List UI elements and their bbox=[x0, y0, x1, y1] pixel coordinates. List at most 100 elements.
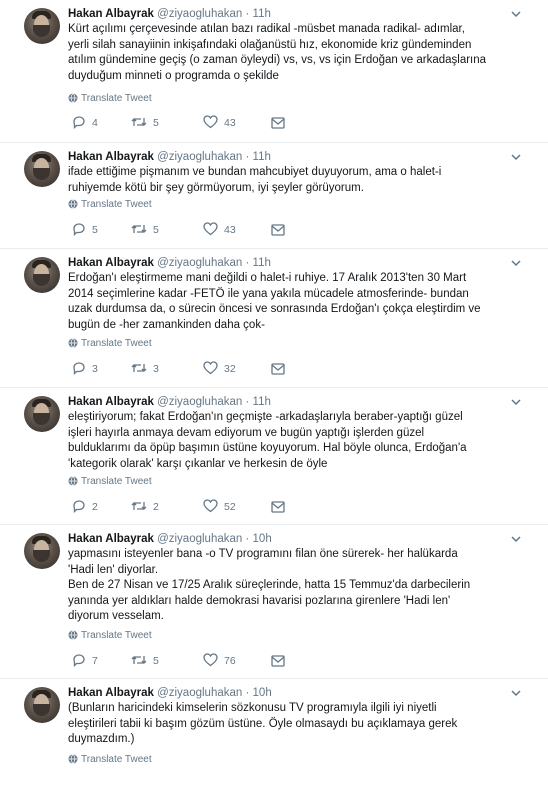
reply-button[interactable]: 5 bbox=[72, 222, 98, 238]
retweet-button[interactable]: 5 bbox=[131, 653, 159, 669]
retweet-count: 5 bbox=[153, 224, 159, 236]
separator-dot: · bbox=[245, 533, 250, 545]
tweet-header: Hakan Albayrak @ziyaogluhakan · 11h bbox=[68, 255, 271, 271]
globe-icon bbox=[68, 630, 78, 640]
heart-icon bbox=[203, 653, 218, 667]
translate-label: Translate Tweet bbox=[81, 93, 152, 104]
author-name[interactable]: Hakan Albayrak bbox=[68, 687, 154, 699]
retweet-icon bbox=[131, 364, 147, 372]
tweet[interactable]: Hakan Albayrak @ziyaogluhakan · 11h eleş… bbox=[0, 388, 548, 525]
chevron-down-icon[interactable] bbox=[508, 685, 524, 701]
author-name[interactable]: Hakan Albayrak bbox=[68, 257, 154, 269]
chevron-down-icon[interactable] bbox=[508, 255, 524, 271]
tweet[interactable]: Hakan Albayrak @ziyaogluhakan · 11h Kürt… bbox=[0, 0, 548, 143]
translate-tweet-link[interactable]: Translate Tweet bbox=[68, 92, 152, 106]
avatar[interactable] bbox=[24, 687, 60, 723]
heart-icon bbox=[203, 499, 218, 513]
globe-icon bbox=[68, 199, 78, 209]
avatar[interactable] bbox=[24, 151, 60, 187]
tweet[interactable]: Hakan Albayrak @ziyaogluhakan · 10h yapm… bbox=[0, 525, 548, 679]
separator-dot: · bbox=[245, 396, 250, 408]
separator-dot: · bbox=[245, 8, 250, 20]
author-handle[interactable]: @ziyaogluhakan bbox=[157, 396, 242, 408]
avatar[interactable] bbox=[24, 396, 60, 432]
translate-tweet-link[interactable]: Translate Tweet bbox=[68, 337, 152, 351]
reply-button[interactable]: 4 bbox=[72, 115, 98, 131]
retweet-count: 2 bbox=[153, 501, 159, 513]
tweet-text: eleştiriyorum; fakat Erdoğan'ın geçmişte… bbox=[68, 411, 467, 470]
retweet-button[interactable]: 3 bbox=[131, 361, 159, 377]
translate-tweet-link[interactable]: Translate Tweet bbox=[68, 753, 152, 767]
tweet-header: Hakan Albayrak @ziyaogluhakan · 10h bbox=[68, 531, 272, 547]
like-button[interactable]: 43 bbox=[203, 115, 236, 131]
like-button[interactable]: 43 bbox=[203, 222, 236, 238]
tweet-text: (Bunların haricindeki kimselerin sözkonu… bbox=[68, 702, 458, 745]
author-handle[interactable]: @ziyaogluhakan bbox=[157, 257, 242, 269]
retweet-button[interactable]: 5 bbox=[131, 222, 159, 238]
translate-label: Translate Tweet bbox=[81, 338, 152, 349]
envelope-icon bbox=[271, 117, 285, 129]
chevron-down-icon[interactable] bbox=[508, 149, 524, 165]
separator-dot: · bbox=[245, 687, 250, 699]
reply-button[interactable]: 7 bbox=[72, 653, 98, 669]
tweet-header: Hakan Albayrak @ziyaogluhakan · 11h bbox=[68, 149, 271, 165]
envelope-icon bbox=[271, 363, 285, 375]
like-button[interactable]: 52 bbox=[203, 499, 236, 515]
translate-label: Translate Tweet bbox=[81, 630, 152, 641]
author-handle[interactable]: @ziyaogluhakan bbox=[157, 151, 242, 163]
retweet-count: 5 bbox=[153, 655, 159, 667]
tweet-timestamp[interactable]: 10h bbox=[253, 687, 272, 699]
tweet-text: ifade ettiğime pişmanım ve bundan mahcub… bbox=[68, 166, 442, 194]
retweet-icon bbox=[131, 502, 147, 510]
envelope-icon bbox=[271, 655, 285, 667]
direct-message-button[interactable] bbox=[271, 361, 291, 377]
direct-message-button[interactable] bbox=[271, 653, 291, 669]
author-name[interactable]: Hakan Albayrak bbox=[68, 533, 154, 545]
direct-message-button[interactable] bbox=[271, 222, 291, 238]
translate-label: Translate Tweet bbox=[81, 754, 152, 765]
tweet-header: Hakan Albayrak @ziyaogluhakan · 11h bbox=[68, 394, 271, 410]
retweet-icon bbox=[131, 118, 147, 126]
like-count: 76 bbox=[224, 655, 236, 667]
avatar[interactable] bbox=[24, 8, 60, 44]
translate-label: Translate Tweet bbox=[81, 199, 152, 210]
author-handle[interactable]: @ziyaogluhakan bbox=[157, 533, 242, 545]
retweet-button[interactable]: 5 bbox=[131, 115, 159, 131]
tweet[interactable]: Hakan Albayrak @ziyaogluhakan · 11h ifad… bbox=[0, 143, 548, 249]
tweet-timestamp[interactable]: 10h bbox=[253, 533, 272, 545]
tweet-text: yapmasını isteyenler bana -o TV programı… bbox=[68, 548, 471, 622]
translate-tweet-link[interactable]: Translate Tweet bbox=[68, 198, 152, 212]
direct-message-button[interactable] bbox=[271, 115, 291, 131]
reply-button[interactable]: 2 bbox=[72, 499, 98, 515]
translate-tweet-link[interactable]: Translate Tweet bbox=[68, 475, 152, 489]
tweet-timestamp[interactable]: 11h bbox=[253, 8, 271, 20]
like-button[interactable]: 32 bbox=[203, 361, 236, 377]
tweet-timestamp[interactable]: 11h bbox=[253, 396, 271, 408]
translate-tweet-link[interactable]: Translate Tweet bbox=[68, 629, 152, 643]
tweet-timestamp[interactable]: 11h bbox=[253, 257, 271, 269]
chevron-down-icon[interactable] bbox=[508, 531, 524, 547]
author-name[interactable]: Hakan Albayrak bbox=[68, 396, 154, 408]
globe-icon bbox=[68, 754, 78, 764]
tweet-timestamp[interactable]: 11h bbox=[253, 151, 271, 163]
translate-label: Translate Tweet bbox=[81, 476, 152, 487]
tweet[interactable]: Hakan Albayrak @ziyaogluhakan · 11h Erdo… bbox=[0, 249, 548, 388]
heart-icon bbox=[203, 222, 218, 236]
chevron-down-icon[interactable] bbox=[508, 6, 524, 22]
reply-icon bbox=[73, 500, 85, 514]
like-button[interactable]: 76 bbox=[203, 653, 236, 669]
direct-message-button[interactable] bbox=[271, 499, 291, 515]
avatar[interactable] bbox=[24, 533, 60, 569]
retweet-icon bbox=[131, 225, 147, 233]
author-handle[interactable]: @ziyaogluhakan bbox=[157, 8, 242, 20]
retweet-button[interactable]: 2 bbox=[131, 499, 159, 515]
separator-dot: · bbox=[245, 151, 250, 163]
avatar[interactable] bbox=[24, 257, 60, 293]
tweet[interactable]: Hakan Albayrak @ziyaogluhakan · 10h (Bun… bbox=[0, 679, 548, 797]
author-name[interactable]: Hakan Albayrak bbox=[68, 8, 154, 20]
reply-button[interactable]: 3 bbox=[72, 361, 98, 377]
chevron-down-icon[interactable] bbox=[508, 394, 524, 410]
separator-dot: · bbox=[245, 257, 250, 269]
author-handle[interactable]: @ziyaogluhakan bbox=[157, 687, 242, 699]
author-name[interactable]: Hakan Albayrak bbox=[68, 151, 154, 163]
